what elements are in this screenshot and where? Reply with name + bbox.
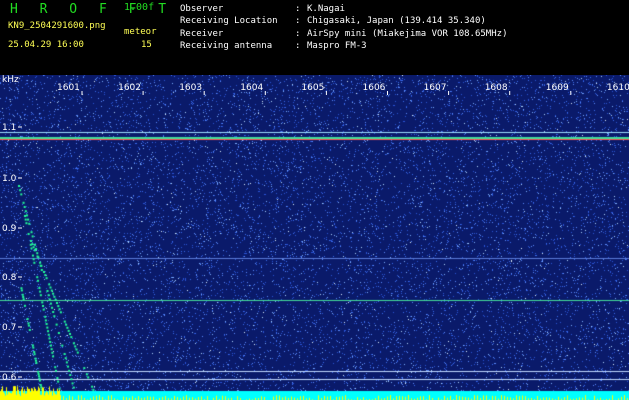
x-tick-label: 1603 xyxy=(179,83,202,93)
x-tick-label: 1608 xyxy=(485,83,508,93)
x-tick-label: 1607 xyxy=(424,83,447,93)
y-tick-label: 0.9 xyxy=(2,224,17,234)
y-tick-label: 0.6 xyxy=(2,373,17,383)
x-tick-label: 1610 xyxy=(607,83,629,93)
x-tick-label: 1604 xyxy=(240,83,263,93)
x-tick-label: 1606 xyxy=(363,83,386,93)
x-tick-label: 1602 xyxy=(118,83,141,93)
y-tick-label: 0.8 xyxy=(2,273,17,283)
y-tick-label: 0.7 xyxy=(2,323,16,333)
x-tick-label: 1605 xyxy=(301,83,324,93)
x-tick-label: 1601 xyxy=(57,83,80,93)
y-tick-label: 1.0 xyxy=(2,174,17,184)
y-tick-label: 1.1 xyxy=(2,123,16,133)
y-axis-unit: kHz xyxy=(2,75,19,85)
x-tick-label: 1609 xyxy=(546,83,569,93)
spectrogram-axes: kHz 1.1 1.0 0.9 0.8 0.7 0.6 1601 1602 1603 1604 1… xyxy=(2,75,629,383)
